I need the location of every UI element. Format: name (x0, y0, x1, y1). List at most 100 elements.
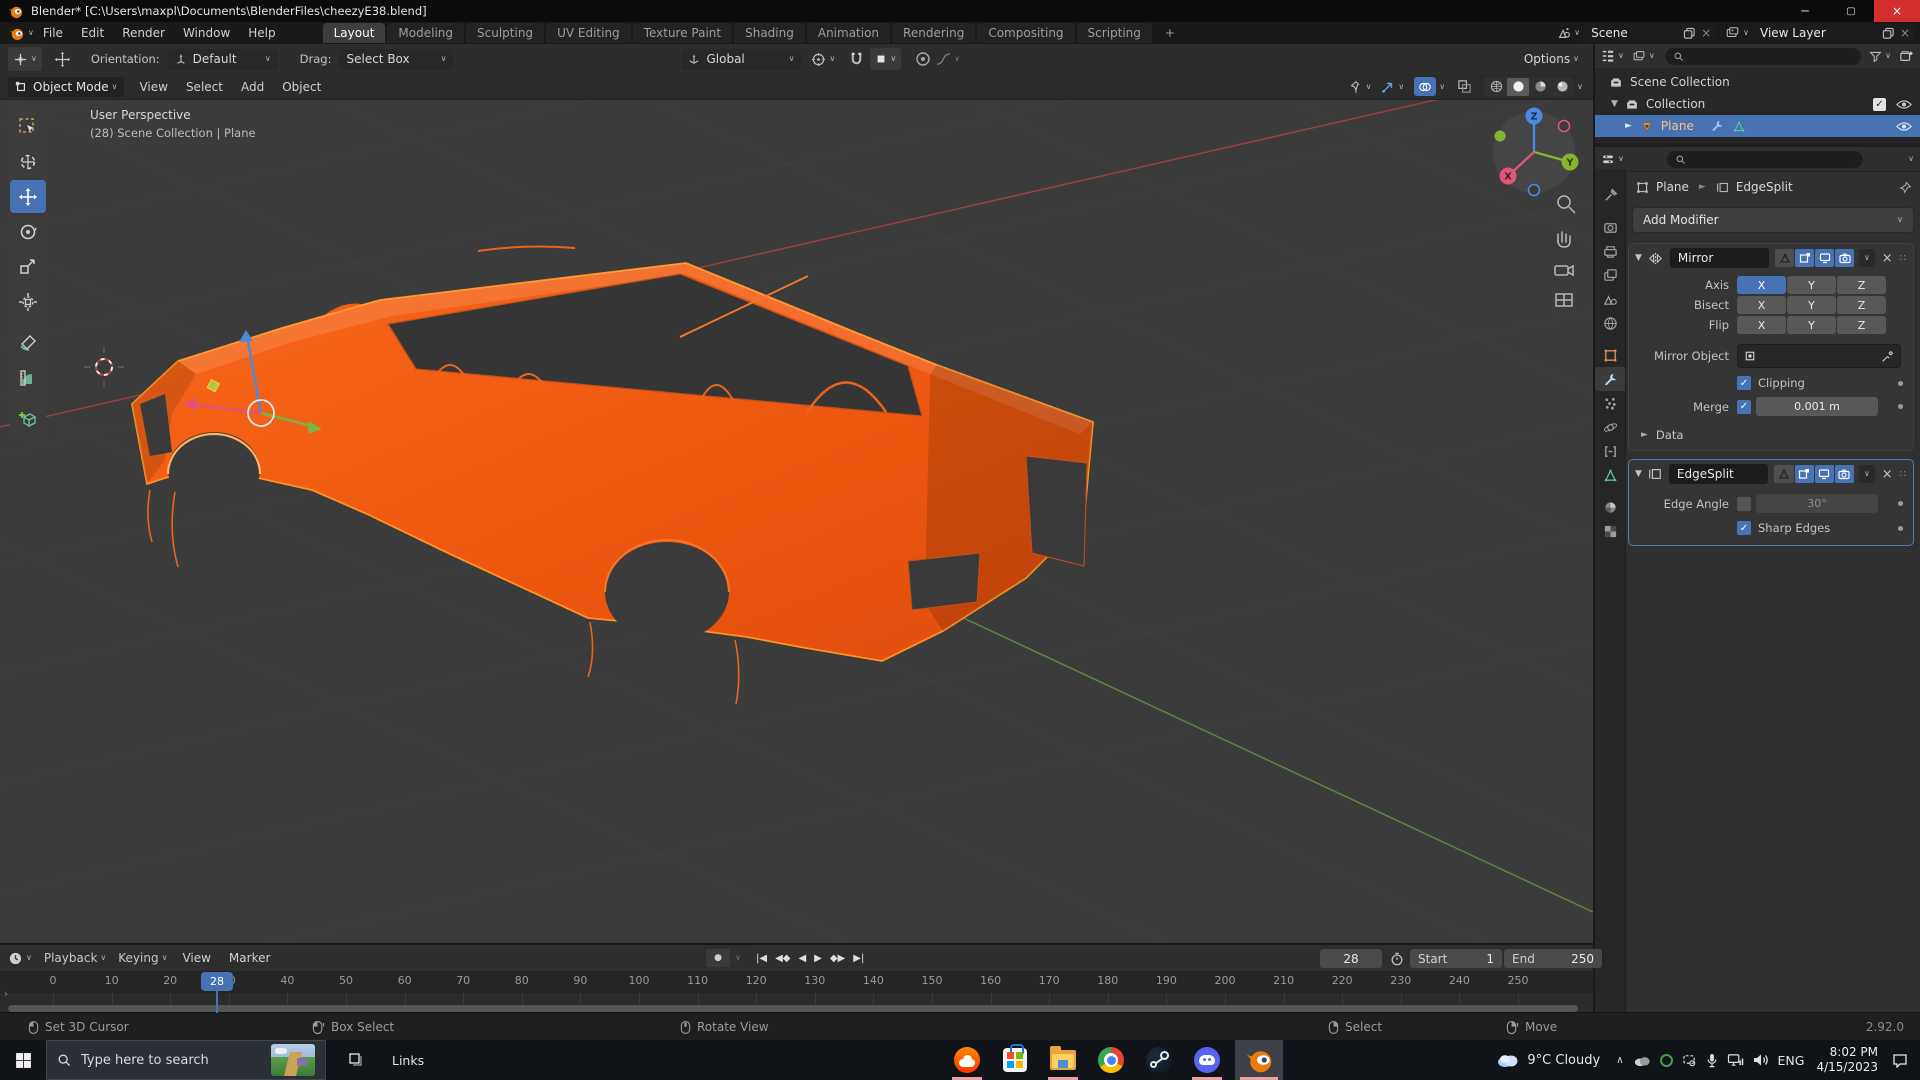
edge-angle-checkbox[interactable] (1737, 497, 1751, 511)
edge-angle-field[interactable]: 30° (1756, 494, 1878, 513)
links-label[interactable]: Links (392, 1053, 424, 1068)
clock-tray[interactable]: 8:02 PM 4/15/2023 (1816, 1045, 1878, 1075)
taskbar-weather[interactable]: 9°C Cloudy (1496, 1051, 1600, 1069)
outliner-search[interactable] (1665, 48, 1861, 65)
animate-dot[interactable] (1898, 381, 1903, 386)
tab-object[interactable] (1595, 343, 1625, 367)
jump-to-start-button[interactable]: |◀ (752, 949, 771, 967)
tab-constraints[interactable] (1595, 439, 1625, 463)
menu-render[interactable]: Render (113, 26, 174, 40)
orientation-dropdown[interactable]: Default ∨ (168, 49, 278, 70)
shading-rendered-button[interactable] (1551, 78, 1573, 96)
duplicate-icon[interactable] (1882, 27, 1895, 40)
timeline-editor-dropdown[interactable]: ∨ (8, 951, 32, 966)
gizmos-toggle[interactable]: ∨ (1381, 80, 1404, 94)
expand-arrow-icon[interactable]: ► (1625, 121, 1632, 131)
menu-edit[interactable]: Edit (72, 26, 113, 40)
flip-z-button[interactable]: Z (1837, 316, 1886, 334)
taskbar-app-chrome[interactable] (1091, 1040, 1131, 1080)
auto-key-button[interactable]: ● (706, 949, 730, 967)
keying-menu[interactable]: Keying∨ (118, 951, 167, 965)
xray-toggle[interactable] (1457, 79, 1472, 94)
tab-render[interactable] (1595, 215, 1625, 239)
language-indicator[interactable]: ENG (1778, 1053, 1805, 1068)
viewport-menu-add[interactable]: Add (232, 80, 273, 94)
timeline-marker-menu[interactable]: Marker (220, 951, 279, 965)
tab-physics[interactable] (1595, 415, 1625, 439)
sharp-edges-checkbox[interactable]: ✓ (1737, 521, 1751, 535)
realtime-display-toggle[interactable] (1815, 249, 1834, 267)
modifier-extras-dropdown[interactable]: ∨ (1859, 465, 1875, 483)
merge-checkbox[interactable]: ✓ (1737, 400, 1751, 414)
close-button[interactable]: × (1874, 0, 1920, 22)
microphone-icon[interactable] (1706, 1053, 1718, 1068)
use-preview-range-button[interactable] (1390, 952, 1404, 966)
annotate-tool[interactable] (10, 326, 46, 359)
new-collection-icon[interactable] (1899, 49, 1914, 63)
remove-icon[interactable]: × (1900, 26, 1910, 40)
animate-dot[interactable] (1898, 526, 1903, 531)
blender-menu-icon[interactable] (8, 26, 25, 41)
unlink-icon[interactable]: × (1701, 26, 1711, 40)
mirror-axis-y-button[interactable]: Y (1787, 276, 1836, 294)
task-view-button[interactable] (336, 1040, 376, 1080)
proportional-falloff-dropdown[interactable]: ∨ (936, 53, 960, 66)
expand-arrow-icon[interactable]: ▼ (1611, 99, 1618, 109)
edgesplit-name-field[interactable]: EdgeSplit (1669, 464, 1769, 484)
mirror-axis-z-button[interactable]: Z (1837, 276, 1886, 294)
jump-to-end-button[interactable]: ▶| (849, 949, 868, 967)
modifier-extras-dropdown[interactable]: ∨ (1859, 249, 1875, 267)
outliner-display-mode-dropdown[interactable]: ∨ (1632, 50, 1655, 63)
timeline-expand-chevron[interactable]: › (4, 989, 8, 1000)
duplicate-icon[interactable] (1683, 27, 1696, 40)
tab-world[interactable] (1595, 311, 1625, 335)
delete-modifier-button[interactable]: × (1882, 467, 1893, 482)
drag-handle-icon[interactable]: ∷ (1900, 253, 1907, 264)
tab-compositing[interactable]: Compositing (977, 23, 1074, 43)
merge-threshold-field[interactable]: 0.001 m (1756, 397, 1878, 416)
navigation-gizmo[interactable]: Z Y X (1493, 108, 1579, 196)
next-keyframe-button[interactable]: ◆▶ (826, 949, 849, 967)
tab-animation[interactable]: Animation (807, 23, 890, 43)
view-layer-selector[interactable]: View Layer × (1752, 24, 1914, 42)
mirror-panel-header[interactable]: ▼ Mirror ∨ × ∷ (1629, 244, 1913, 272)
pan-hand-icon[interactable] (1558, 232, 1570, 247)
tab-modeling[interactable]: Modeling (387, 23, 464, 43)
shading-solid-button[interactable] (1507, 78, 1529, 96)
zoom-tool-icon[interactable] (1558, 196, 1575, 213)
overlays-toggle[interactable] (1414, 77, 1436, 96)
editmode-toggle[interactable] (1795, 465, 1814, 483)
taskbar-app-file-explorer[interactable] (1043, 1040, 1083, 1080)
hidden-icons-chevron[interactable]: ∧ (1616, 1055, 1623, 1066)
taskbar-app-steam[interactable] (1139, 1040, 1179, 1080)
expand-arrow-icon[interactable]: ▼ (1635, 253, 1642, 263)
timeline-ruler[interactable]: 0102030405060708090100110120130140150160… (0, 971, 1593, 993)
current-frame-field[interactable]: 28 (1320, 949, 1382, 968)
play-button[interactable]: ▶ (810, 949, 826, 967)
orthographic-grid-icon[interactable] (1556, 294, 1572, 306)
tab-scene[interactable] (1595, 287, 1625, 311)
start-button[interactable] (0, 1040, 46, 1080)
bisect-z-button[interactable]: Z (1837, 296, 1886, 314)
playhead-line[interactable] (216, 991, 218, 1013)
nav-axis-x-neg[interactable] (1559, 121, 1570, 132)
frame-start-field[interactable]: Start 1 (1410, 949, 1502, 968)
properties-editor-dropdown[interactable]: ∨ (1601, 153, 1624, 166)
play-reverse-button[interactable]: ◀ (794, 949, 810, 967)
clipping-checkbox[interactable]: ✓ (1737, 376, 1751, 390)
breadcrumb-modifier[interactable]: EdgeSplit (1736, 180, 1793, 194)
rotate-tool[interactable] (10, 215, 46, 248)
menu-help[interactable]: Help (239, 26, 284, 40)
proportional-editing-icon[interactable] (915, 51, 931, 67)
tab-view-layer[interactable] (1595, 263, 1625, 287)
outliner-row-scene-collection[interactable]: Scene Collection (1595, 71, 1920, 93)
scene-icon[interactable] (1557, 26, 1571, 40)
eyedropper-icon[interactable] (1881, 350, 1894, 363)
viewport-menu-select[interactable]: Select (177, 80, 232, 94)
tab-rendering[interactable]: Rendering (892, 23, 975, 43)
options-dropdown[interactable]: Options ∨ (1524, 52, 1579, 66)
eye-icon[interactable] (1896, 120, 1912, 133)
timeline-playhead[interactable]: 28 (201, 972, 233, 991)
bisect-y-button[interactable]: Y (1787, 296, 1836, 314)
scale-tool[interactable] (10, 250, 46, 283)
